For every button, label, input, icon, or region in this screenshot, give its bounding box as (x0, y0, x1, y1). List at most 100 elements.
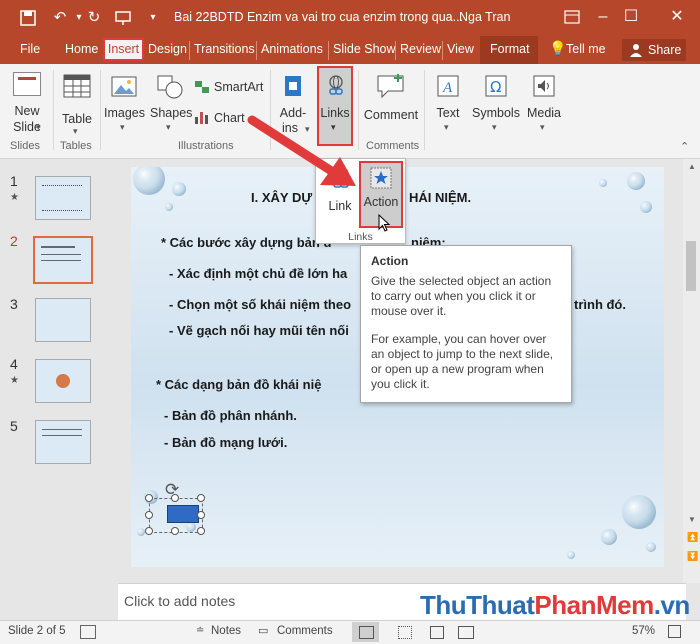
shapes-button[interactable]: Shapes ▾ (150, 70, 193, 140)
tell-me-box[interactable]: Tell me (566, 42, 606, 56)
share-label: Share (648, 43, 682, 57)
svg-text:Ω: Ω (490, 78, 501, 96)
tab-view[interactable]: View (447, 42, 474, 56)
tab-animations[interactable]: Animations (261, 42, 323, 56)
resize-handle[interactable] (197, 527, 205, 535)
zoom-level[interactable]: 57% (632, 625, 655, 637)
symbols-button[interactable]: Ω Symbols ▾ (471, 70, 521, 140)
action-label: Action (363, 195, 399, 209)
tab-separator (256, 41, 257, 60)
slide-thumbnail-5[interactable] (35, 420, 91, 464)
store-icon (285, 76, 301, 96)
redo-icon[interactable]: ↻ (84, 8, 104, 28)
shapes-label: Shapes (150, 106, 193, 120)
notes-toggle[interactable]: Notes (211, 625, 241, 637)
globe-link-icon (333, 166, 349, 188)
ribbon-display-options-icon[interactable] (555, 4, 589, 30)
text-button[interactable]: A Text ▾ (428, 70, 468, 140)
table-button[interactable]: Table ▾ (60, 70, 94, 140)
tab-review[interactable]: Review (400, 42, 441, 56)
slide-thumbnail-4[interactable] (35, 359, 91, 403)
mouse-cursor-icon (378, 214, 391, 232)
group-separator (424, 70, 425, 150)
group-slides-label: Slides (10, 140, 40, 152)
group-separator (358, 70, 359, 150)
slide-thumbnail-2[interactable] (33, 236, 93, 284)
slide-show-icon[interactable] (458, 626, 474, 639)
tab-file[interactable]: File (20, 42, 40, 56)
slide-thumbnail-1[interactable] (35, 176, 91, 220)
resize-handle[interactable] (145, 494, 153, 502)
spell-check-icon[interactable] (80, 625, 96, 639)
images-button[interactable]: Images ▾ (104, 70, 145, 140)
tooltip-description: Give the selected object an action to ca… (371, 274, 552, 318)
tab-slide-show[interactable]: Slide Show (333, 42, 396, 56)
slide-sorter-icon[interactable] (398, 626, 412, 639)
collapse-ribbon-icon[interactable]: ⌃ (680, 140, 689, 153)
fit-to-window-icon[interactable] (668, 625, 681, 638)
tab-format-label: Format (490, 42, 530, 56)
tab-home[interactable]: Home (65, 42, 98, 56)
images-label: Images (104, 106, 145, 120)
customize-qat-icon[interactable]: ▾ (143, 8, 163, 28)
resize-handle[interactable] (197, 494, 205, 502)
scroll-up-icon[interactable]: ▲ (688, 162, 696, 171)
text-box-icon: A (437, 75, 459, 97)
chevron-down-icon: ▾ (444, 122, 449, 132)
comment-label: Comment (363, 108, 419, 122)
resize-handle[interactable] (171, 527, 179, 535)
lightbulb-icon: 💡 (549, 40, 567, 56)
chevron-down-icon[interactable]: ▾ (36, 122, 41, 133)
tab-separator (328, 41, 329, 60)
save-icon[interactable] (18, 8, 38, 28)
smartart-icon (195, 81, 209, 93)
tab-transitions[interactable]: Transitions (194, 42, 255, 56)
user-name[interactable]: Nga Tran (459, 10, 510, 24)
slide-text-line: - Vẽ gạch nối hay mũi tên nối (169, 323, 349, 338)
undo-icon[interactable]: ↶ (50, 8, 70, 28)
resize-handle[interactable] (197, 511, 205, 519)
resize-handle[interactable] (145, 527, 153, 535)
links-button[interactable]: Links ▾ (317, 66, 353, 146)
maximize-icon[interactable]: ☐ (614, 4, 648, 30)
slide-text-line: * Các dạng bản đồ khái niệ (156, 377, 322, 392)
chart-button[interactable]: Chart (194, 109, 254, 127)
normal-view-button[interactable] (352, 622, 379, 642)
tab-insert[interactable]: Insert (103, 38, 144, 61)
comments-toggle[interactable]: Comments (277, 625, 333, 637)
scroll-thumb[interactable] (686, 241, 696, 291)
notes-icon: ≐ (196, 625, 205, 636)
watermark-part: PhanMem (534, 590, 654, 620)
group-tables-label: Tables (60, 140, 92, 152)
close-icon[interactable]: ✕ (660, 4, 694, 30)
scroll-down-icon[interactable]: ▼ (688, 515, 696, 524)
chevron-down-icon: ▾ (305, 124, 310, 134)
slide-thumbnail-3[interactable] (35, 298, 91, 342)
link-button[interactable]: Link (320, 161, 360, 229)
present-icon[interactable] (113, 8, 133, 28)
tab-design[interactable]: Design (148, 42, 187, 56)
reading-view-icon[interactable] (430, 626, 444, 639)
ribbon-tabs: File Home Insert Design Transitions Anim… (0, 36, 700, 64)
smartart-button[interactable]: SmartArt (194, 78, 264, 96)
smartart-label: SmartArt (214, 80, 264, 94)
tab-format[interactable]: Format (480, 36, 538, 64)
chevron-down-icon: ▾ (331, 122, 336, 132)
previous-slide-icon[interactable]: ⏫ (687, 532, 698, 543)
status-bar: Slide 2 of 5 ≐ Notes ▭ Comments 57% (0, 620, 700, 644)
add-ins-button[interactable]: Add- ins ▾ (274, 70, 312, 140)
resize-handle[interactable] (145, 511, 153, 519)
thumbnail-number: 2 (10, 233, 18, 249)
share-button[interactable]: Share (622, 39, 686, 61)
resize-handle[interactable] (171, 494, 179, 502)
comment-button[interactable]: Comment (362, 70, 420, 140)
media-label: Media (526, 106, 562, 120)
next-slide-icon[interactable]: ⏬ (687, 551, 698, 562)
group-comments-label: Comments (366, 140, 420, 152)
media-button[interactable]: Media ▾ (524, 70, 564, 140)
vertical-scrollbar[interactable]: ▲ ▼ ⏫ ⏬ (683, 159, 700, 583)
watermark-part: .vn (653, 590, 691, 620)
slide-text-line: - Bản đồ mạng lưới. (164, 435, 288, 450)
chevron-down-icon: ▾ (540, 122, 545, 132)
svg-text:A: A (442, 80, 453, 96)
